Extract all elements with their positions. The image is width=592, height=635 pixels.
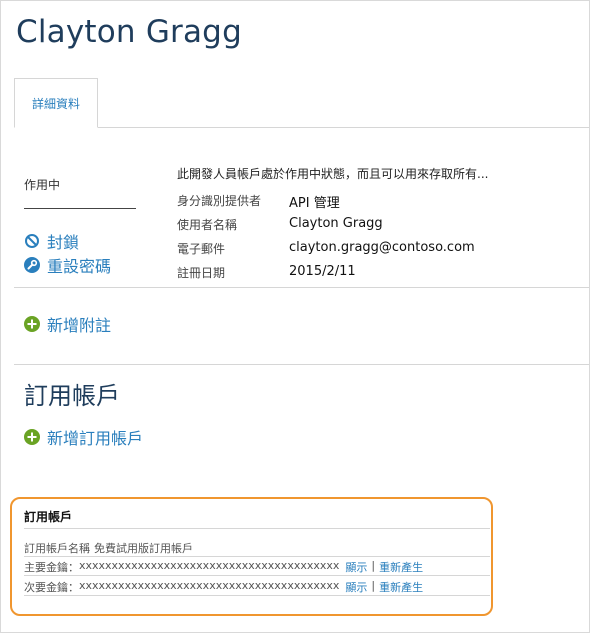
status-label: 作用中 xyxy=(24,178,61,192)
add-subscription-label: 新增訂用帳戶 xyxy=(47,429,144,448)
info-row-email: 電子郵件 clayton.gragg@contoso.com xyxy=(177,240,475,257)
divider xyxy=(24,528,490,529)
subscription-card-title: 訂用帳戶 xyxy=(24,510,73,524)
info-row-registration-date: 註冊日期 2015/2/11 xyxy=(177,264,356,281)
tab-bar-line xyxy=(14,127,589,128)
plus-circle-icon xyxy=(24,316,40,332)
regenerate-primary-key-link[interactable]: 重新產生 xyxy=(379,559,423,575)
divider xyxy=(24,556,490,557)
account-status-description: 此開發人員帳戶處於作用中狀態，而且可以用來存取所有... xyxy=(177,167,489,181)
block-button[interactable]: 封鎖 xyxy=(24,229,79,253)
secondary-key-label: 次要金鑰： xyxy=(24,581,79,594)
block-icon xyxy=(24,233,40,249)
secondary-key-value: xxxxxxxxxxxxxxxxxxxxxxxxxxxxxxxxxxxxxxxx xyxy=(79,579,340,592)
subscriptions-heading: 訂用帳戶 xyxy=(24,382,120,410)
info-key: 使用者名稱 xyxy=(177,218,238,232)
info-value: clayton.gragg@contoso.com xyxy=(289,240,475,255)
subscription-name-row: 訂用帳戶名稱 免費試用版訂用帳戶 xyxy=(24,540,193,556)
add-subscription-button[interactable]: 新增訂用帳戶 xyxy=(24,425,143,449)
tab-details-label: 詳細資料 xyxy=(31,96,80,111)
block-label: 封鎖 xyxy=(47,233,80,252)
add-note-button[interactable]: 新增附註 xyxy=(24,312,111,336)
regenerate-secondary-key-link[interactable]: 重新產生 xyxy=(379,579,423,595)
info-value: API 管理 xyxy=(289,196,340,211)
info-row-username: 使用者名稱 Clayton Gragg xyxy=(177,216,383,233)
subscription-name-value: 免費試用版訂用帳戶 xyxy=(94,542,193,555)
add-note-label: 新增附註 xyxy=(47,316,112,335)
info-key: 電子郵件 xyxy=(177,242,226,256)
page-title: Clayton Gragg xyxy=(16,14,242,50)
divider xyxy=(14,287,589,288)
info-value: 2015/2/11 xyxy=(289,264,356,279)
divider xyxy=(24,575,490,576)
divider xyxy=(14,364,589,365)
wrench-icon xyxy=(24,257,40,273)
primary-key-value: xxxxxxxxxxxxxxxxxxxxxxxxxxxxxxxxxxxxxxxx xyxy=(79,559,340,572)
primary-key-label: 主要金鑰： xyxy=(24,561,79,574)
plus-circle-icon xyxy=(24,429,40,445)
separator: | xyxy=(371,559,376,572)
show-secondary-key-link[interactable]: 顯示 xyxy=(345,579,367,595)
tab-details[interactable]: 詳細資料 xyxy=(14,78,98,128)
subscription-name-label: 訂用帳戶名稱 xyxy=(24,542,90,555)
info-key: 身分識別提供者 xyxy=(177,194,262,208)
info-value: Clayton Gragg xyxy=(289,216,383,231)
primary-key-row: 主要金鑰： xxxxxxxxxxxxxxxxxxxxxxxxxxxxxxxxxx… xyxy=(24,559,423,575)
divider xyxy=(24,595,490,596)
status-divider xyxy=(24,208,136,209)
reset-password-button[interactable]: 重設密碼 xyxy=(24,253,111,277)
info-row-identity-provider: 身分識別提供者 API 管理 xyxy=(177,192,340,211)
show-primary-key-link[interactable]: 顯示 xyxy=(345,559,367,575)
separator: | xyxy=(371,579,376,592)
secondary-key-row: 次要金鑰： xxxxxxxxxxxxxxxxxxxxxxxxxxxxxxxxxx… xyxy=(24,579,423,595)
info-key: 註冊日期 xyxy=(177,266,226,280)
reset-password-label: 重設密碼 xyxy=(47,257,112,276)
